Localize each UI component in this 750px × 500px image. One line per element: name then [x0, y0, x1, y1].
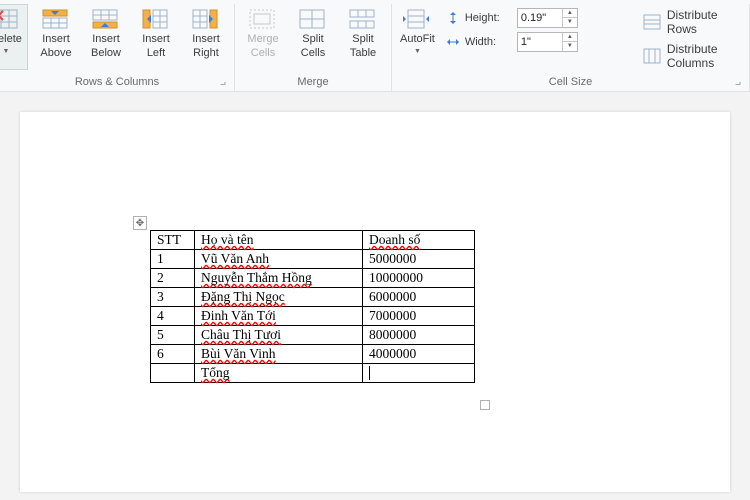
group-label-merge: Merge [241, 74, 385, 91]
group-merge: Merge Cells Split Cells Split Table Merg… [235, 4, 392, 91]
group-label-rows-cols: Rows & Columns [6, 74, 228, 91]
delete-button[interactable]: Delete ▼ [0, 4, 28, 70]
table-footer-row[interactable]: Tổng [151, 364, 475, 383]
distribute-rows-label: Distribute Rows [667, 8, 737, 36]
table-row[interactable]: 3 Đặng Thị Ngọc 6000000 [151, 288, 475, 307]
autofit-icon [401, 7, 433, 31]
merge-cells-button: Merge Cells [241, 4, 285, 70]
table-header-row[interactable]: STT Họ và tên Doanh số [151, 231, 475, 250]
width-input[interactable]: 1" ▲▼ [517, 32, 578, 52]
height-input[interactable]: 0.19" ▲▼ [517, 8, 578, 28]
distribute-columns-label: Distribute Columns [667, 42, 737, 70]
width-icon [445, 34, 461, 50]
table-move-handle[interactable]: ✥ [133, 216, 147, 230]
split-table-icon [347, 7, 379, 31]
height-label: Height: [465, 12, 513, 24]
group-label-cell-size: Cell Size [398, 74, 743, 91]
split-cells-button[interactable]: Split Cells [291, 4, 335, 70]
header-name[interactable]: Họ và tên [195, 231, 363, 250]
group-rows-columns: Delete ▼ Insert Above Insert Below [0, 4, 235, 91]
width-value[interactable]: 1" [518, 35, 562, 49]
delete-table-icon [0, 7, 22, 31]
insert-above-icon [40, 7, 72, 31]
width-spinner[interactable]: ▲▼ [562, 33, 577, 51]
document-canvas: ✥ STT Họ và tên Doanh số 1 Vũ Văn Anh 50… [0, 92, 750, 500]
sales-table[interactable]: STT Họ và tên Doanh số 1 Vũ Văn Anh 5000… [150, 230, 475, 383]
document-page[interactable]: ✥ STT Họ và tên Doanh số 1 Vũ Văn Anh 50… [20, 112, 730, 492]
chevron-down-icon: ▼ [414, 48, 421, 55]
autofit-button[interactable]: AutoFit ▼ [398, 4, 437, 70]
header-stt[interactable]: STT [151, 231, 195, 250]
height-spinner[interactable]: ▲▼ [562, 9, 577, 27]
ribbon: Delete ▼ Insert Above Insert Below [0, 0, 750, 92]
cell-size-fields: Height: 0.19" ▲▼ Width: 1" ▲▼ [443, 4, 633, 52]
height-icon [445, 10, 461, 26]
split-table-button[interactable]: Split Table [341, 4, 385, 70]
text-cursor [369, 366, 370, 380]
split-cells-icon [297, 7, 329, 31]
insert-right-button[interactable]: Insert Right [184, 4, 228, 70]
distribute-rows-icon [643, 14, 661, 30]
table-row[interactable]: 1 Vũ Văn Anh 5000000 [151, 250, 475, 269]
distribute-columns-button[interactable]: Distribute Columns [643, 42, 737, 70]
insert-left-button[interactable]: Insert Left [134, 4, 178, 70]
table-row[interactable]: 6 Bùi Văn Vinh 4000000 [151, 345, 475, 364]
table-row[interactable]: 2 Nguyễn Thắm Hồng 10000000 [151, 269, 475, 288]
table-resize-handle[interactable] [480, 400, 490, 410]
insert-below-button[interactable]: Insert Below [84, 4, 128, 70]
merge-cells-icon [247, 7, 279, 31]
insert-left-icon [140, 7, 172, 31]
total-cell[interactable] [363, 364, 475, 383]
distribute-rows-button[interactable]: Distribute Rows [643, 8, 737, 36]
insert-below-icon [90, 7, 122, 31]
group-cell-size: AutoFit ▼ Height: 0.19" ▲▼ [392, 4, 750, 91]
table-row[interactable]: 5 Châu Thị Tươi 8000000 [151, 326, 475, 345]
delete-label: Delete [0, 33, 22, 45]
table-row[interactable]: 4 Đinh Văn Tới 7000000 [151, 307, 475, 326]
distribute-column: Distribute Rows Distribute Columns [639, 4, 743, 70]
distribute-columns-icon [643, 48, 661, 64]
height-value[interactable]: 0.19" [518, 11, 562, 25]
header-sales[interactable]: Doanh số [363, 231, 475, 250]
insert-above-button[interactable]: Insert Above [34, 4, 78, 70]
insert-right-icon [190, 7, 222, 31]
width-label: Width: [465, 36, 513, 48]
chevron-down-icon: ▼ [3, 48, 10, 55]
